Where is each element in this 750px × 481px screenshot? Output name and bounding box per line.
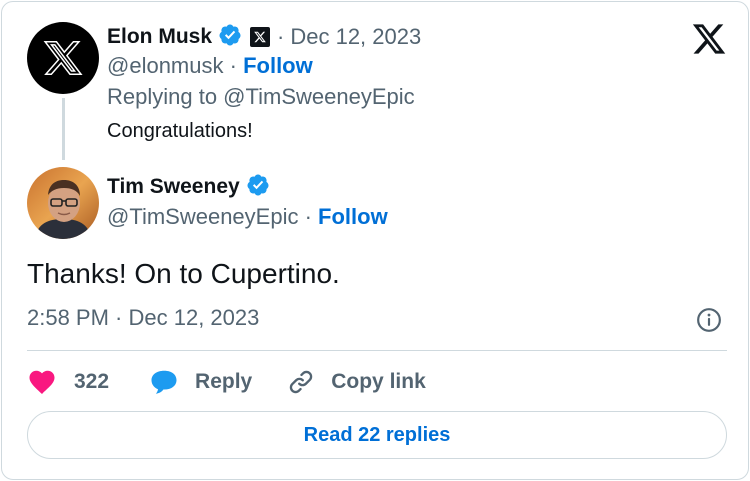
author-handle[interactable]: @elonmusk <box>107 53 224 78</box>
avatar[interactable] <box>27 22 99 94</box>
main-tweet-text: Thanks! On to Cupertino. <box>27 258 340 289</box>
follow-button[interactable]: Follow <box>243 53 313 78</box>
divider <box>27 350 727 351</box>
tweet-embed-card: Elon Musk · Dec 12, 2023 @elonmusk · Fol… <box>1 1 749 480</box>
separator: · <box>304 204 312 229</box>
parent-handle-row: @elonmusk · Follow <box>107 53 313 79</box>
verified-badge-icon <box>246 173 270 202</box>
parent-tweet-text: Congratulations! <box>107 120 253 142</box>
x-affiliate-badge-icon <box>249 26 271 48</box>
author-handle[interactable]: @TimSweeneyEpic <box>107 204 298 229</box>
main-handle-row: @TimSweeneyEpic · Follow <box>107 204 388 230</box>
author-name[interactable]: Elon Musk <box>107 25 212 49</box>
copy-link-button[interactable]: Copy link <box>287 368 426 396</box>
follow-button[interactable]: Follow <box>318 204 388 229</box>
reply-label: Reply <box>195 370 253 393</box>
thread-connector-line <box>62 98 65 160</box>
read-replies-button[interactable]: Read 22 replies <box>27 411 727 459</box>
action-bar: 322 Reply Copy link <box>27 364 426 400</box>
like-button[interactable]: 322 <box>27 367 109 397</box>
tweet-timestamp[interactable]: 2:58 PM · Dec 12, 2023 <box>27 305 259 331</box>
heart-icon <box>29 370 55 394</box>
verified-badge-icon <box>218 23 242 52</box>
replying-to-label[interactable]: Replying to @TimSweeneyEpic <box>107 84 415 110</box>
avatar[interactable] <box>27 167 99 239</box>
chat-bubble-icon <box>151 370 177 394</box>
separator: · <box>229 53 237 78</box>
tweet-date[interactable]: Dec 12, 2023 <box>290 24 421 50</box>
link-icon <box>290 370 313 394</box>
like-count: 322 <box>74 370 110 393</box>
parent-tweet-header: Elon Musk · Dec 12, 2023 <box>107 22 421 52</box>
main-tweet-header: Tim Sweeney <box>107 172 270 202</box>
separator: · <box>277 24 285 49</box>
info-icon[interactable] <box>696 307 722 333</box>
author-name[interactable]: Tim Sweeney <box>107 175 240 199</box>
x-logo-icon[interactable] <box>690 21 728 57</box>
reply-button[interactable]: Reply <box>149 367 252 397</box>
copy-link-label: Copy link <box>331 370 426 393</box>
x-logo-icon <box>43 41 83 75</box>
